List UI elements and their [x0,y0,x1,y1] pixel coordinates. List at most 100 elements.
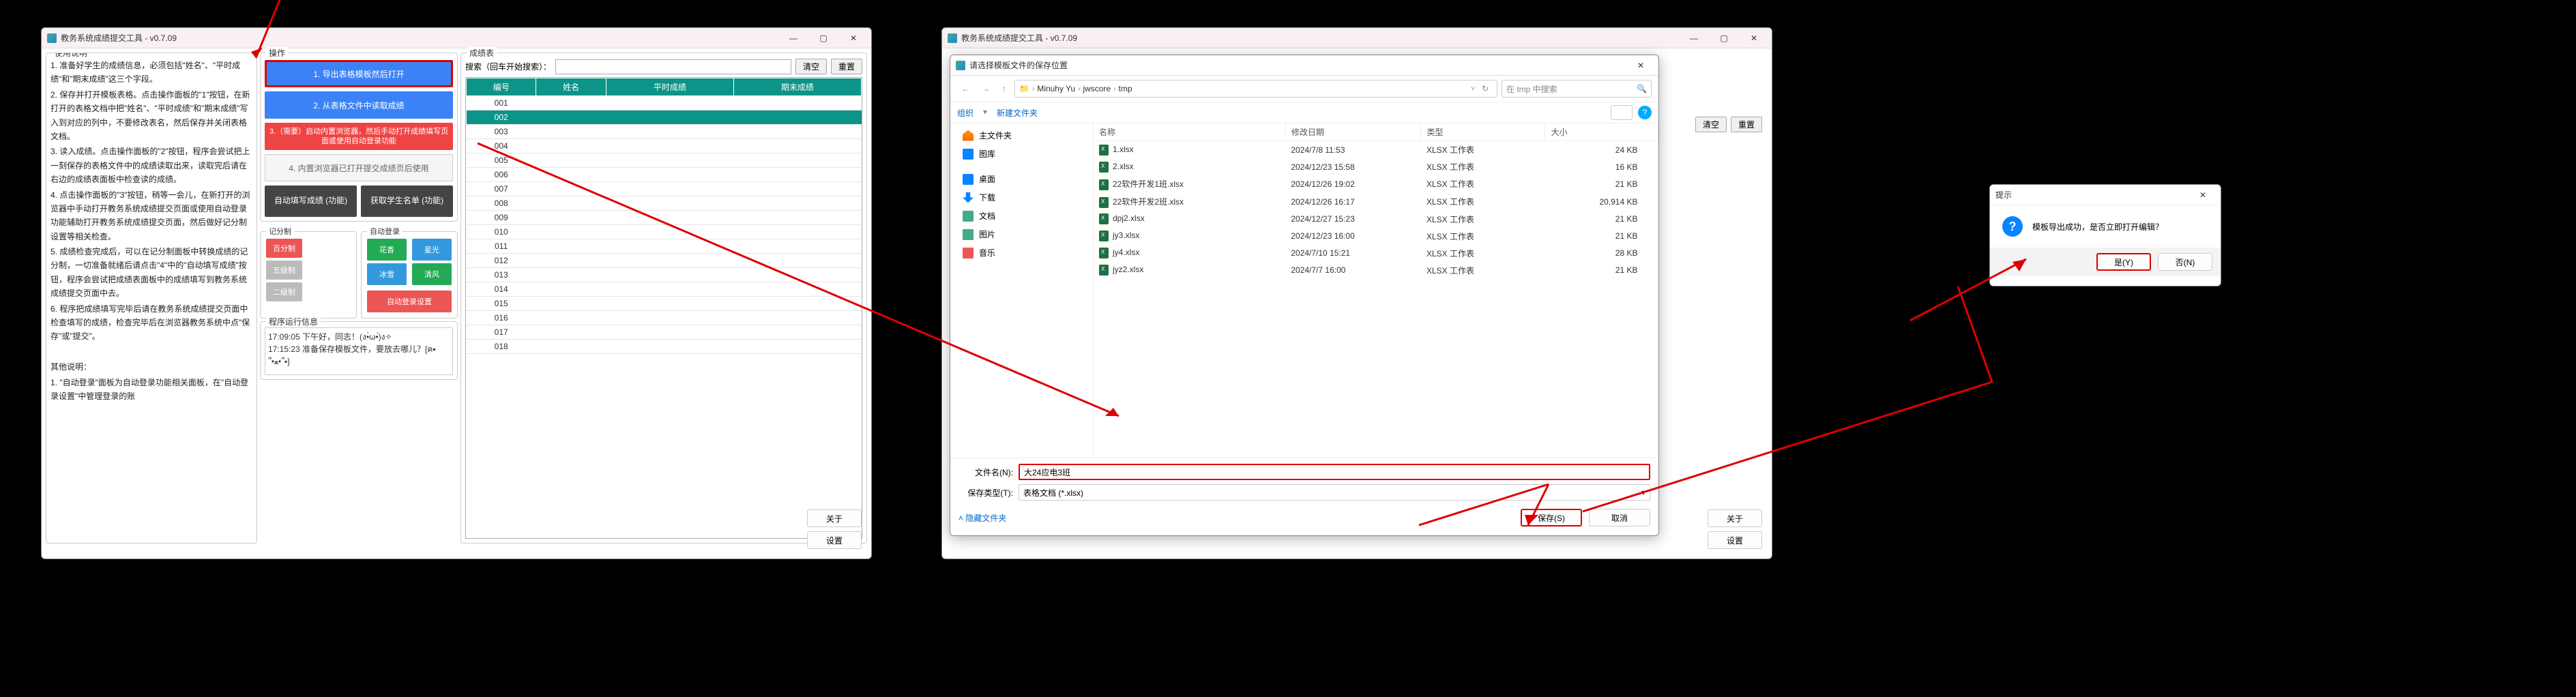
col-type[interactable]: 类型 [1421,123,1545,141]
score-grid[interactable]: 编号 姓名 平时成绩 期末成绩 001002003004005006007008… [465,77,862,539]
file-row[interactable]: jy4.xlsx2024/7/10 15:21XLSX 工作表28 KB [1094,245,1658,262]
up-button[interactable]: ↑ [998,83,1010,95]
table-row[interactable]: 010 [467,225,862,239]
clear-button[interactable]: 清空 [1695,117,1727,132]
clear-button[interactable]: 清空 [795,59,827,74]
five-level-button[interactable]: 五级制 [266,261,302,280]
percent-system-button[interactable]: 百分制 [266,239,302,258]
table-row[interactable]: 001 [467,96,862,110]
profile-button[interactable]: 冰雪 [367,263,407,285]
auto-fill-button[interactable]: 自动填写成绩 (功能) [265,186,357,217]
home-icon [963,130,974,141]
table-row[interactable]: 017 [467,325,862,340]
table-row[interactable]: 016 [467,311,862,325]
col-final[interactable]: 期末成绩 [733,78,861,96]
save-button[interactable]: 保存(S) [1521,509,1582,527]
back-button[interactable]: ← [957,83,974,95]
cancel-button[interactable]: 取消 [1589,509,1650,527]
table-row[interactable]: 009 [467,211,862,225]
table-row[interactable]: 007 [467,182,862,196]
search-input[interactable] [555,59,791,74]
profile-button[interactable]: 清风 [412,263,452,285]
filename-input[interactable] [1019,464,1650,480]
filetype-select[interactable]: 表格文档 (*.xlsx) ▾ [1019,484,1650,501]
side-home[interactable]: 主文件夹 [950,126,1093,145]
table-row[interactable]: 014 [467,282,862,297]
side-music[interactable]: 音乐 [950,243,1093,262]
titlebar: 教务系统成绩提交工具 - v0.7.09 ― ▢ ✕ [42,28,871,48]
forward-button[interactable]: → [978,83,994,95]
operations-title: 操作 [266,47,288,59]
refresh-button[interactable]: ↻ [1478,83,1493,95]
file-row[interactable]: jy3.xlsx2024/12/23 16:00XLSX 工作表21 KB [1094,228,1658,245]
col-name[interactable]: 姓名 [536,78,606,96]
operations-panel: 操作 1. 导出表格模板然后打开 2. 从表格文件中读取成绩 3.（需要）启动内… [260,53,458,222]
close-button[interactable]: ✕ [838,29,868,48]
about-button[interactable]: 关于 [1708,509,1762,527]
table-row[interactable]: 004 [467,139,862,153]
about-button[interactable]: 关于 [807,509,862,527]
col-size[interactable]: 大小 [1545,123,1658,141]
path-seg[interactable]: tmp [1119,84,1132,93]
file-row[interactable]: 22软件开发1班.xlsx2024/12/26 19:02XLSX 工作表21 … [1094,175,1658,193]
settings-button[interactable]: 设置 [807,531,862,549]
side-desktop[interactable]: 桌面 [950,170,1093,188]
col-regular[interactable]: 平时成绩 [606,78,733,96]
table-row[interactable]: 006 [467,168,862,182]
col-id[interactable]: 编号 [467,78,536,96]
autologin-settings-button[interactable]: 自动登录设置 [367,291,452,312]
col-name[interactable]: 名称 [1094,123,1285,141]
profile-button[interactable]: 花香 [367,239,407,261]
hide-folders-toggle[interactable]: ˄ 隐藏文件夹 [958,512,1006,524]
minimize-button[interactable]: ― [1679,29,1709,48]
file-row[interactable]: 1.xlsx2024/7/8 11:53XLSX 工作表24 KB [1094,141,1658,159]
table-row[interactable]: 013 [467,268,862,282]
no-button[interactable]: 否(N) [2158,253,2212,271]
table-row[interactable]: 015 [467,297,862,311]
document-icon [963,211,974,222]
file-row[interactable]: 2.xlsx2024/12/23 15:58XLSX 工作表16 KB [1094,158,1658,175]
organize-menu[interactable]: 组织 [957,107,974,119]
profile-button[interactable]: 星光 [412,239,452,261]
table-row[interactable]: 002 [467,110,862,125]
side-gallery[interactable]: 图库 [950,145,1093,163]
read-scores-button[interactable]: 2. 从表格文件中读取成绩 [265,91,453,119]
maximize-button[interactable]: ▢ [808,29,838,48]
search-box[interactable]: 在 tmp 中搜索 🔍 [1502,80,1652,98]
table-row[interactable]: 011 [467,239,862,254]
side-docs[interactable]: 文档 [950,207,1093,225]
col-date[interactable]: 修改日期 [1285,123,1421,141]
table-row[interactable]: 012 [467,254,862,268]
path-seg[interactable]: jwscore [1083,84,1111,93]
minimize-button[interactable]: ― [778,29,808,48]
close-button[interactable]: ✕ [1626,56,1656,75]
chevron-down-icon[interactable]: ˅ [1471,85,1475,93]
new-folder-button[interactable]: 新建文件夹 [997,107,1038,119]
table-row[interactable]: 018 [467,340,862,354]
file-row[interactable]: dpj2.xlsx2024/12/27 15:23XLSX 工作表21 KB [1094,211,1658,228]
view-mode-button[interactable] [1611,105,1633,120]
folder-tree[interactable]: 主文件夹 图库 桌面 下载 文档 图片 音乐 [950,123,1094,458]
file-row[interactable]: jyz2.xlsx2024/7/7 16:00XLSX 工作表21 KB [1094,262,1658,279]
file-list[interactable]: 名称 修改日期 类型 大小 1.xlsx2024/7/8 11:53XLSX 工… [1094,123,1658,458]
reset-button[interactable]: 重置 [1731,117,1762,132]
open-browser-button[interactable]: 3.（需要）启动内置浏览器，然后手动打开成绩填写页面或使用自动登录功能 [265,123,453,150]
close-button[interactable]: ✕ [2188,186,2218,205]
help-button[interactable]: ? [1638,106,1652,119]
close-button[interactable]: ✕ [1739,29,1769,48]
settings-button[interactable]: 设置 [1708,531,1762,549]
reset-button[interactable]: 重置 [831,59,862,74]
path-breadcrumb[interactable]: 📁 › Minuhy Yu › jwscore › tmp ˅ ↻ [1014,80,1497,98]
path-seg[interactable]: Minuhy Yu [1037,84,1075,93]
two-level-button[interactable]: 二级制 [266,282,302,301]
export-template-button[interactable]: 1. 导出表格模板然后打开 [265,60,453,87]
table-row[interactable]: 003 [467,125,862,139]
maximize-button[interactable]: ▢ [1709,29,1739,48]
get-roster-button[interactable]: 获取学生名单 (功能) [361,186,453,217]
file-row[interactable]: 22软件开发2班.xlsx2024/12/26 16:17XLSX 工作表20,… [1094,193,1658,211]
yes-button[interactable]: 是(Y) [2096,253,2151,271]
side-download[interactable]: 下载 [950,188,1093,207]
table-row[interactable]: 005 [467,153,862,168]
table-row[interactable]: 008 [467,196,862,211]
side-pics[interactable]: 图片 [950,225,1093,243]
